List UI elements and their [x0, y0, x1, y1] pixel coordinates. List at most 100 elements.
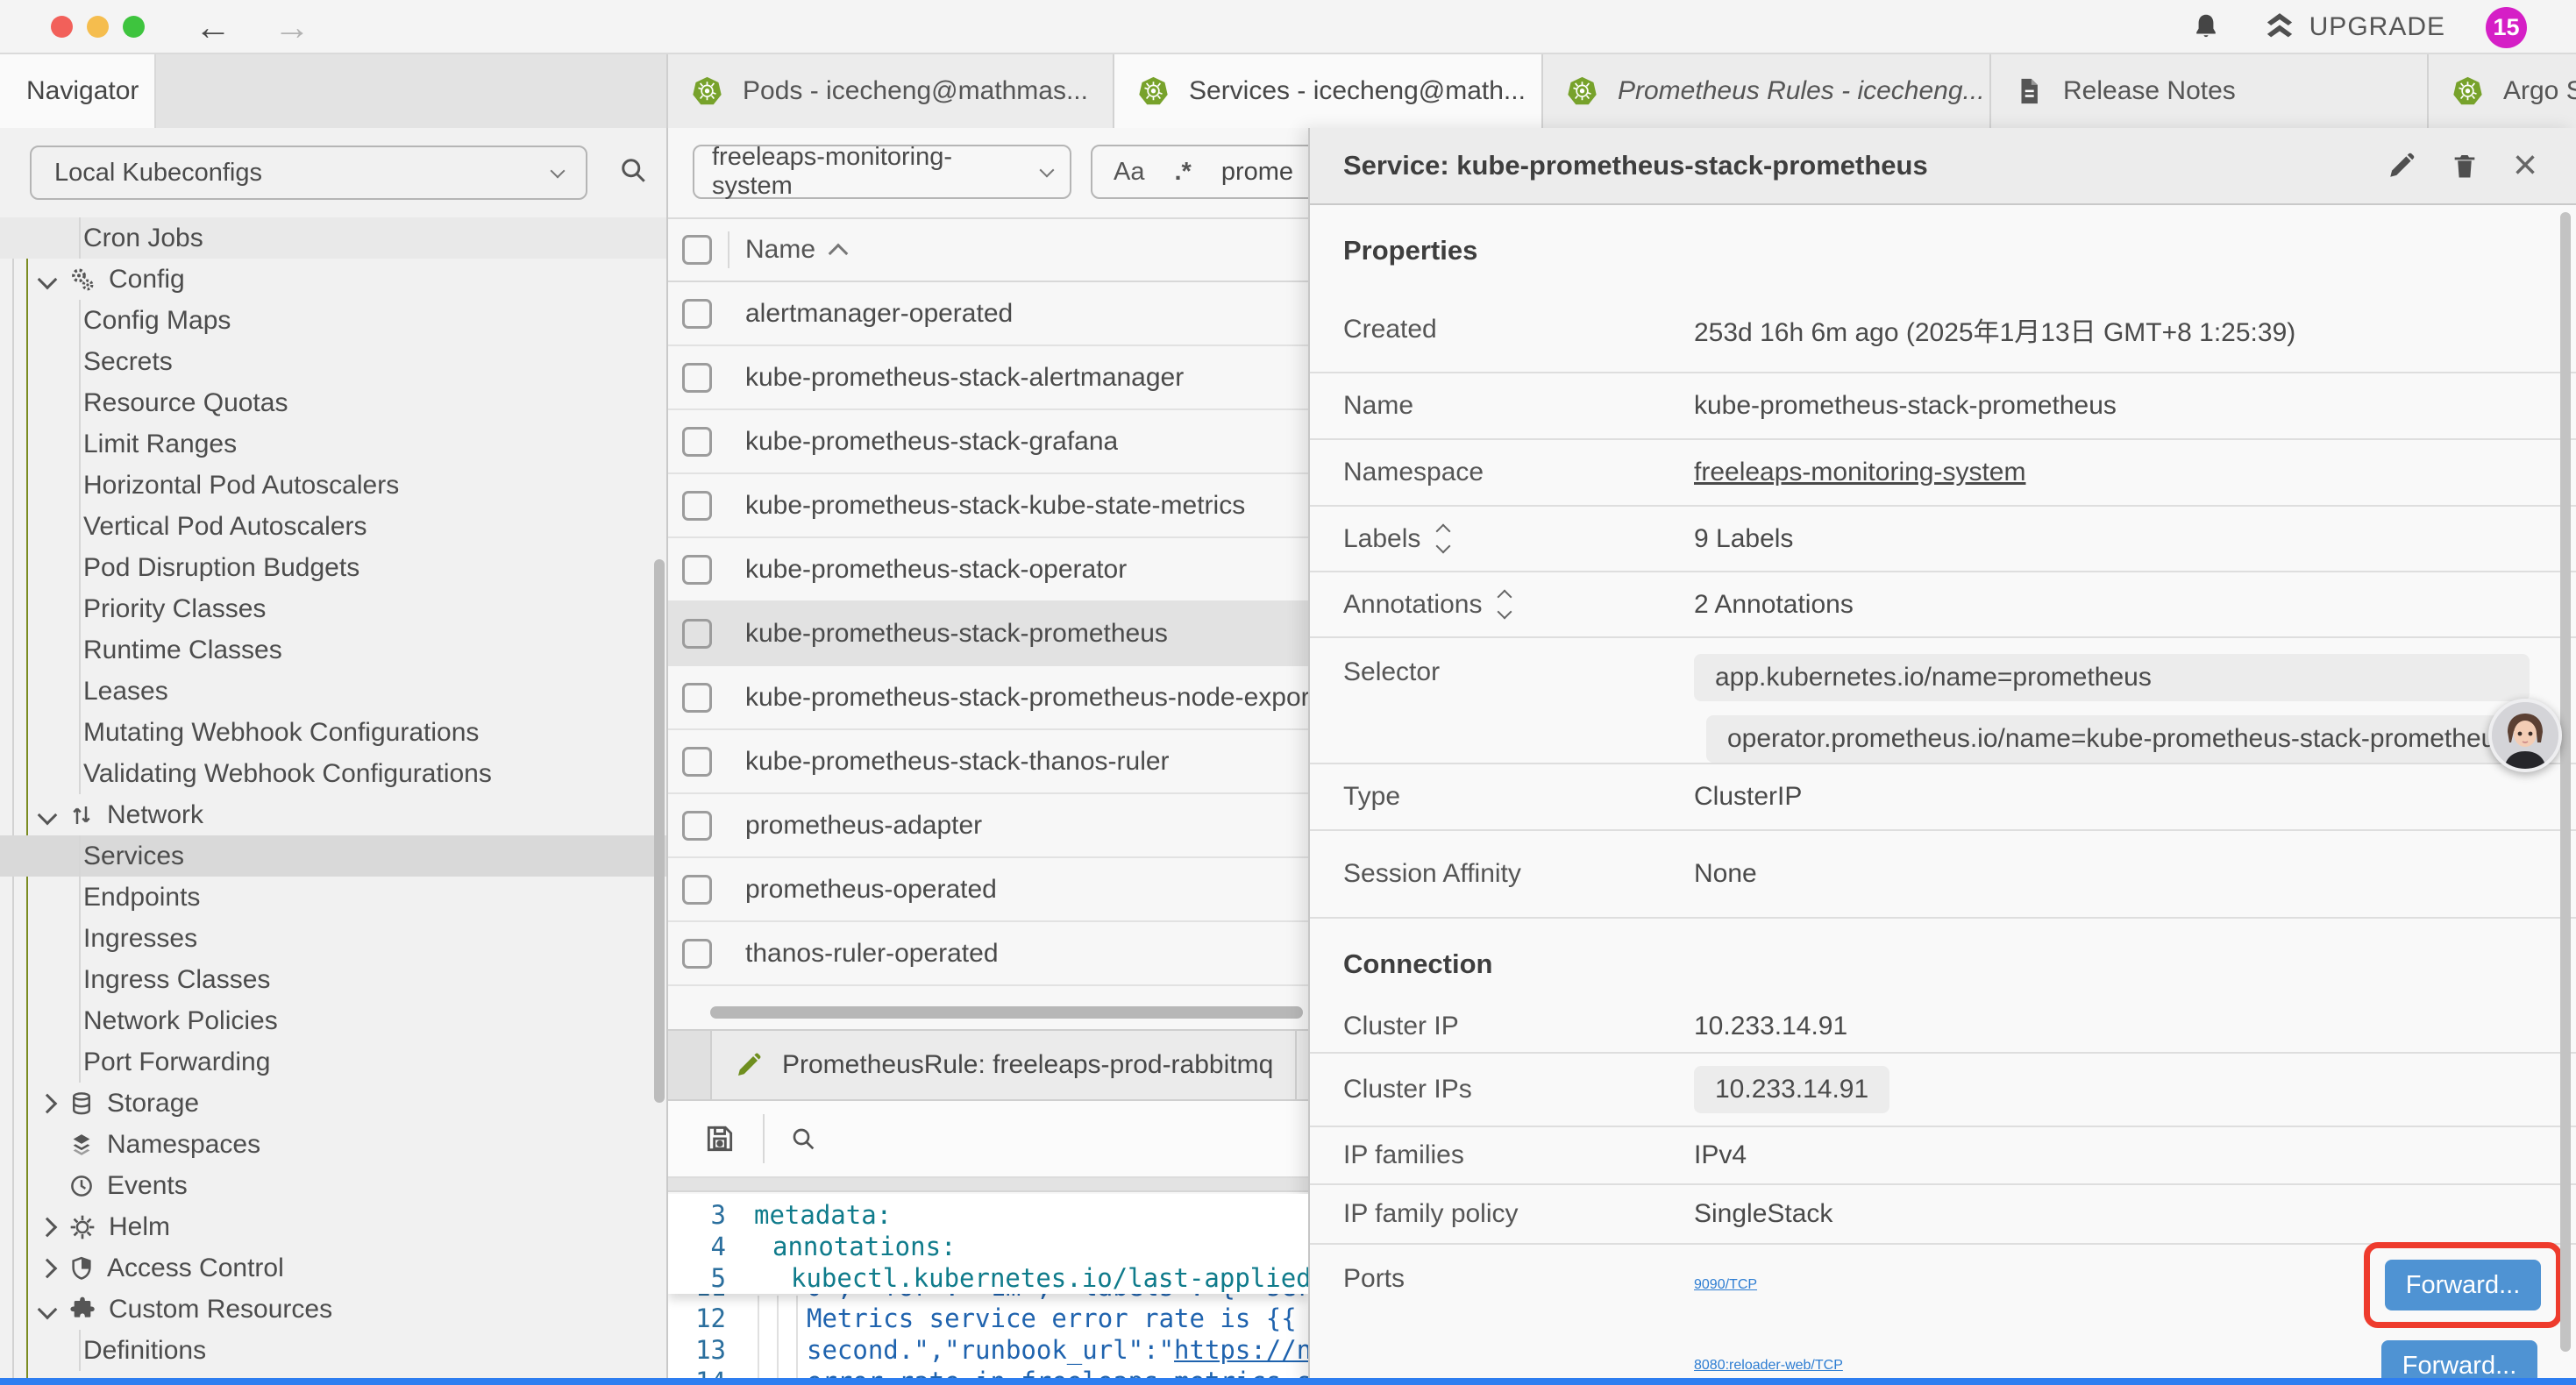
match-case-toggle[interactable]: Aa — [1114, 158, 1144, 187]
sidebar-item-custom-resources[interactable]: Custom Resources — [0, 1289, 666, 1330]
yaml-line-text: kubectl.kubernetes.io/last-applied-con — [791, 1263, 1308, 1293]
delete-trash-icon[interactable] — [2450, 151, 2480, 181]
sidebar-item-pod-disruption-budgets[interactable]: Pod Disruption Budgets — [0, 547, 666, 588]
sidebar-item-mutating-webhook-configurations[interactable]: Mutating Webhook Configurations — [0, 712, 666, 753]
tab-pods-icecheng-mathmas-[interactable]: Pods - icecheng@mathmas... — [668, 54, 1114, 128]
table-row[interactable]: kube-prometheus-stack-alertmanager — [668, 346, 1308, 410]
sidebar-item-ingresses[interactable]: Ingresses — [0, 918, 666, 959]
sidebar-item-leases[interactable]: Leases — [0, 671, 666, 712]
save-icon[interactable] — [703, 1122, 737, 1155]
sidebar-search-icon[interactable] — [617, 154, 649, 186]
chevron-right-icon[interactable] — [38, 1258, 58, 1278]
table-row[interactable]: kube-prometheus-stack-prometheus — [668, 602, 1308, 666]
horizontal-scrollbar[interactable] — [710, 1006, 1303, 1019]
namespace-selector[interactable]: freeleaps-monitoring-system — [693, 145, 1071, 199]
tab-prometheus-rules-icecheng-[interactable]: Prometheus Rules - icecheng... — [1543, 54, 1991, 128]
sidebar-item-access-control[interactable]: Access Control — [0, 1247, 666, 1289]
tab-release-notes[interactable]: Release Notes — [1991, 54, 2429, 128]
row-checkbox[interactable] — [682, 683, 712, 713]
namespace-link[interactable]: freeleaps-monitoring-system — [1694, 458, 2025, 487]
sidebar-item-ingress-classes[interactable]: Ingress Classes — [0, 959, 666, 1000]
sidebar-item-horizontal-pod-autoscalers[interactable]: Horizontal Pod Autoscalers — [0, 465, 666, 506]
sidebar-item-events[interactable]: Events — [0, 1165, 666, 1206]
table-row[interactable]: kube-prometheus-stack-operator — [668, 538, 1308, 602]
yaml-editor[interactable]: 110", "for": "1m", "labels": { "service"… — [668, 1194, 1308, 1385]
sidebar-item-resource-quotas[interactable]: Resource Quotas — [0, 382, 666, 423]
chevron-right-icon[interactable] — [38, 1217, 58, 1237]
tab-argo-se[interactable]: Argo Se — [2429, 54, 2576, 128]
sidebar-item-priority-classes[interactable]: Priority Classes — [0, 588, 666, 629]
editor-tab-next[interactable] — [1297, 1031, 1308, 1099]
row-checkbox[interactable] — [682, 299, 712, 329]
sidebar-item-config-maps[interactable]: Config Maps — [0, 300, 666, 341]
row-checkbox[interactable] — [682, 875, 712, 905]
table-row[interactable]: prometheus-operated — [668, 858, 1308, 922]
port-forward-button[interactable]: Forward... — [2385, 1260, 2541, 1310]
sidebar-item-endpoints[interactable]: Endpoints — [0, 877, 666, 918]
table-row[interactable]: alertmanager-operated — [668, 282, 1308, 346]
forward-arrow-icon[interactable]: → — [274, 2, 310, 53]
notification-count-badge[interactable]: 15 — [2486, 7, 2527, 48]
sidebar-item-config[interactable]: Config — [0, 259, 666, 300]
regex-toggle[interactable]: .* — [1174, 158, 1191, 187]
traffic-light-zoom[interactable] — [123, 16, 145, 38]
sidebar-item-services[interactable]: Services — [0, 835, 666, 877]
sidebar-item-vertical-pod-autoscalers[interactable]: Vertical Pod Autoscalers — [0, 506, 666, 547]
expand-collapse-icon[interactable] — [1438, 526, 1448, 551]
sidebar-item-storage[interactable]: Storage — [0, 1083, 666, 1124]
table-row[interactable]: thanos-ruler-operated — [668, 922, 1308, 986]
port-link[interactable]: 8080:reloader-web/TCP — [1694, 1358, 1843, 1374]
sidebar-item-helm[interactable]: Helm — [0, 1206, 666, 1247]
row-checkbox[interactable] — [682, 747, 712, 777]
editor-tab-prometheusrule[interactable]: PrometheusRule: freeleaps-prod-rabbitmq — [710, 1031, 1297, 1099]
sidebar-scrollbar[interactable] — [654, 559, 665, 1103]
row-checkbox[interactable] — [682, 555, 712, 585]
traffic-light-close[interactable] — [51, 16, 73, 38]
editor-search-icon[interactable] — [789, 1125, 817, 1153]
row-checkbox[interactable] — [682, 491, 712, 521]
labels-value[interactable]: 9 Labels — [1694, 524, 1793, 554]
chevron-down-icon[interactable] — [38, 269, 58, 289]
table-row[interactable]: kube-prometheus-stack-thanos-ruler — [668, 730, 1308, 794]
sidebar-item-definitions[interactable]: Definitions — [0, 1330, 666, 1371]
sidebar-item-cron-jobs[interactable]: Cron Jobs — [0, 217, 666, 259]
sidebar-item-runtime-classes[interactable]: Runtime Classes — [0, 629, 666, 671]
table-row[interactable]: kube-prometheus-stack-grafana — [668, 410, 1308, 474]
row-checkbox[interactable] — [682, 619, 712, 649]
chevron-down-icon[interactable] — [38, 805, 58, 825]
row-checkbox[interactable] — [682, 363, 712, 393]
kubeconfig-selector[interactable]: Local Kubeconfigs — [30, 146, 587, 200]
sidebar-item-network-policies[interactable]: Network Policies — [0, 1000, 666, 1041]
row-checkbox[interactable] — [682, 427, 712, 457]
tab-services-icecheng-math-[interactable]: Services - icecheng@math...× — [1114, 54, 1543, 128]
traffic-light-minimize[interactable] — [87, 16, 109, 38]
select-all-checkbox[interactable] — [682, 235, 712, 265]
sidebar-item-port-forwarding[interactable]: Port Forwarding — [0, 1041, 666, 1083]
sort-ascending-icon[interactable] — [829, 244, 849, 264]
sidebar-item-namespaces[interactable]: Namespaces — [0, 1124, 666, 1165]
user-avatar[interactable] — [2488, 699, 2562, 772]
expand-collapse-icon[interactable] — [1499, 592, 1510, 617]
sidebar-item-validating-webhook-configurations[interactable]: Validating Webhook Configurations — [0, 753, 666, 794]
chevron-down-icon[interactable] — [38, 1299, 58, 1319]
port-link[interactable]: 9090/TCP — [1694, 1277, 1757, 1293]
chevron-right-icon[interactable] — [38, 1093, 58, 1113]
row-checkbox[interactable] — [682, 811, 712, 841]
sidebar-item-network[interactable]: Network — [0, 794, 666, 835]
tab-navigator[interactable]: Navigator — [0, 54, 156, 128]
table-row[interactable]: kube-prometheus-stack-kube-state-metrics — [668, 474, 1308, 538]
table-search-input[interactable]: Aa .* prome — [1091, 145, 1308, 199]
sidebar-item-limit-ranges[interactable]: Limit Ranges — [0, 423, 666, 465]
row-checkbox[interactable] — [682, 939, 712, 969]
upgrade-button[interactable]: UPGRADE — [2262, 10, 2445, 45]
close-icon[interactable]: × — [2513, 145, 2537, 187]
back-arrow-icon[interactable]: ← — [195, 2, 231, 53]
sidebar-item-secrets[interactable]: Secrets — [0, 341, 666, 382]
table-row[interactable]: kube-prometheus-stack-prometheus-node-ex… — [668, 666, 1308, 730]
edit-pencil-icon[interactable] — [2387, 151, 2416, 181]
table-row[interactable]: prometheus-adapter — [668, 794, 1308, 858]
name-column-header[interactable]: Name — [745, 235, 815, 265]
panel-scrollbar[interactable] — [2560, 212, 2571, 1352]
annotations-value[interactable]: 2 Annotations — [1694, 590, 1854, 620]
notifications-bell-icon[interactable] — [2190, 11, 2222, 43]
